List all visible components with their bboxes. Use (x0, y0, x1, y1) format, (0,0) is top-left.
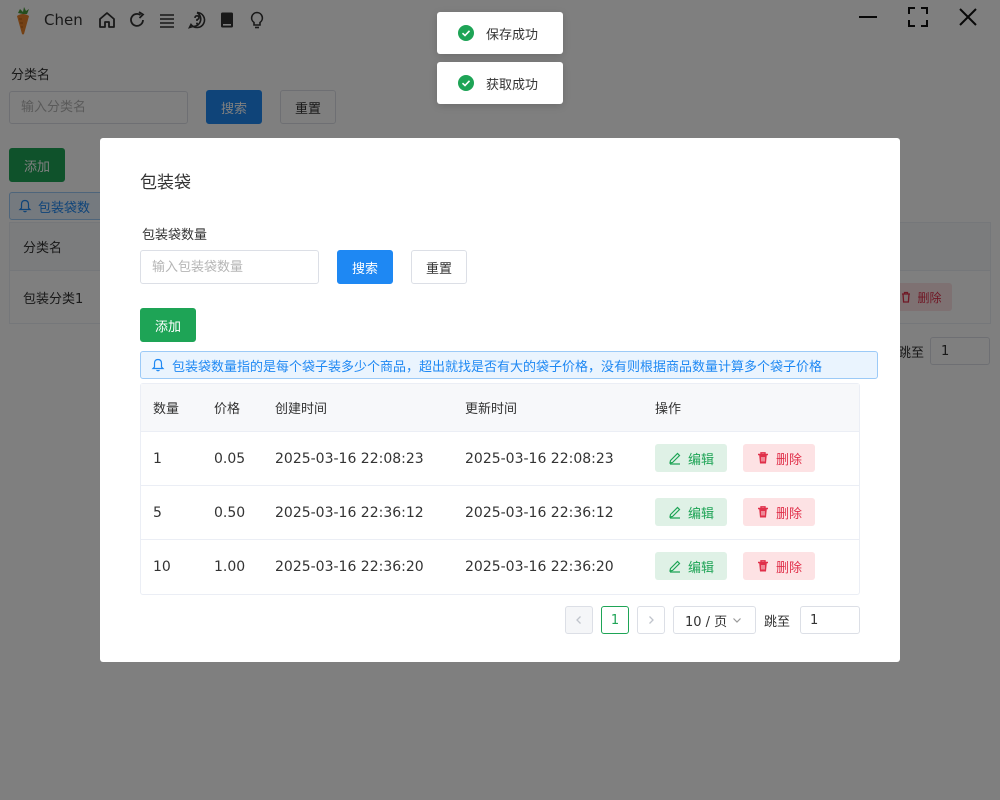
cell-quantity: 5 (153, 504, 162, 521)
cell-created: 2025-03-16 22:08:23 (275, 450, 424, 467)
column-header-created: 创建时间 (275, 402, 328, 417)
column-header-price: 价格 (214, 402, 241, 417)
column-header-quantity: 数量 (153, 402, 180, 417)
bag-quantity-input[interactable] (140, 250, 319, 284)
edit-icon (669, 560, 681, 573)
jump-label: 跳至 (764, 615, 791, 630)
prev-page-button[interactable] (565, 606, 593, 634)
table-row: 5 0.50 2025-03-16 22:36:12 2025-03-16 22… (141, 486, 859, 540)
table-row: 1 0.05 2025-03-16 22:08:23 2025-03-16 22… (141, 432, 859, 486)
search-button[interactable]: 搜索 (337, 250, 393, 284)
delete-button[interactable]: 删除 (743, 552, 815, 580)
toast-text: 获取成功 (486, 77, 539, 93)
chevron-down-icon (733, 618, 742, 623)
cell-quantity: 1 (153, 450, 162, 467)
add-button[interactable]: 添加 (140, 308, 196, 342)
page-size-select[interactable]: 10 / 页 (673, 606, 756, 634)
trash-icon (757, 452, 768, 464)
bag-table: 数量 价格 创建时间 更新时间 操作 1 0.05 2025-03-16 22:… (140, 383, 860, 595)
info-alert: 包装袋数量指的是每个袋子装多少个商品，超出就找是否有大的袋子价格，没有则根据商品… (140, 351, 878, 379)
trash-icon (757, 506, 768, 518)
toast-message: 获取成功 (437, 62, 563, 104)
cell-updated: 2025-03-16 22:36:20 (465, 559, 614, 575)
column-header-updated: 更新时间 (465, 402, 518, 417)
check-circle-icon (458, 25, 474, 41)
edit-button[interactable]: 编辑 (655, 498, 727, 526)
page-number-button[interactable]: 1 (601, 606, 629, 634)
edit-icon (669, 452, 681, 465)
cell-quantity: 10 (153, 559, 171, 575)
toast-text: 保存成功 (486, 27, 539, 43)
edit-button[interactable]: 编辑 (655, 552, 727, 580)
cell-price: 0.50 (214, 504, 246, 521)
chevron-left-icon (576, 616, 581, 624)
column-header-actions: 操作 (655, 402, 682, 417)
check-circle-icon (458, 75, 474, 91)
delete-button[interactable]: 删除 (743, 444, 815, 472)
cell-price: 0.05 (214, 450, 246, 467)
edit-button[interactable]: 编辑 (655, 444, 727, 472)
next-page-button[interactable] (637, 606, 665, 634)
cell-updated: 2025-03-16 22:08:23 (465, 450, 614, 467)
alert-text: 包装袋数量指的是每个袋子装多少个商品，超出就找是否有大的袋子价格，没有则根据商品… (172, 359, 823, 375)
toast-message: 保存成功 (437, 12, 563, 54)
cell-price: 1.00 (214, 559, 246, 575)
table-header: 数量 价格 创建时间 更新时间 操作 (141, 384, 859, 432)
reset-button[interactable]: 重置 (411, 250, 467, 284)
bag-quantity-label: 包装袋数量 (142, 228, 208, 243)
dialog-title: 包装袋 (140, 173, 191, 193)
page-jump-input[interactable] (800, 606, 860, 634)
cell-created: 2025-03-16 22:36:12 (275, 504, 424, 521)
delete-button[interactable]: 删除 (743, 498, 815, 526)
cell-updated: 2025-03-16 22:36:12 (465, 504, 614, 521)
bell-icon (151, 358, 165, 372)
trash-icon (757, 560, 768, 572)
page-size-value: 10 / 页 (685, 614, 728, 630)
chevron-right-icon (649, 616, 654, 624)
cell-created: 2025-03-16 22:36:20 (275, 559, 424, 575)
packaging-bag-dialog: 包装袋 包装袋数量 搜索 重置 添加 包装袋数量指的是每个袋子装多少个商品，超出… (100, 138, 900, 662)
table-row: 10 1.00 2025-03-16 22:36:20 2025-03-16 2… (141, 540, 859, 594)
edit-icon (669, 506, 681, 519)
